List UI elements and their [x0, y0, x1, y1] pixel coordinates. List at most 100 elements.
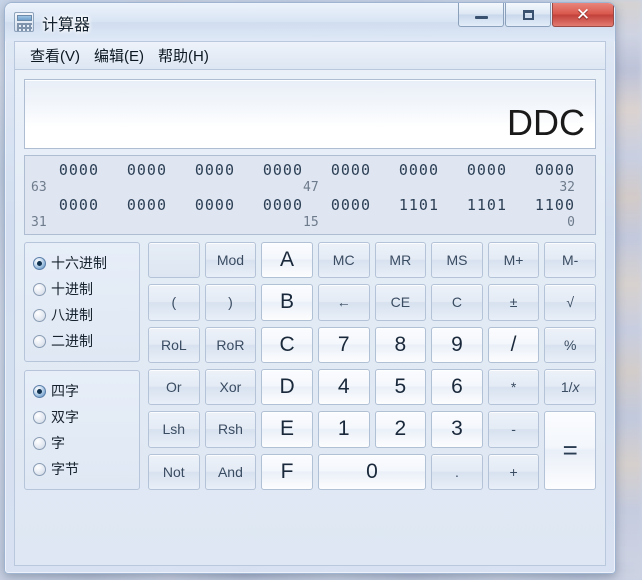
bit-display-panel[interactable]: 0000 0000 0000 0000 0000 0000 0000 0000 …: [24, 155, 596, 235]
add-button[interactable]: +: [487, 453, 540, 490]
digit-5-button[interactable]: 5: [374, 368, 427, 406]
reciprocal-button[interactable]: 1/x: [544, 368, 596, 406]
memory-store-button[interactable]: MS: [431, 242, 483, 279]
radio-dword[interactable]: 双字: [33, 404, 131, 430]
equals-button[interactable]: =: [544, 411, 596, 490]
sign-toggle-button[interactable]: ±: [487, 284, 540, 321]
divide-button[interactable]: /: [487, 326, 540, 363]
rotate-right-button[interactable]: RoR: [204, 326, 257, 363]
minimize-button[interactable]: [458, 3, 504, 27]
radio-hexadecimal-label: 十六进制: [51, 255, 107, 271]
open-paren-button[interactable]: (: [148, 284, 200, 321]
digit-3-button[interactable]: 3: [431, 411, 483, 448]
clear-entry-button[interactable]: CE: [374, 284, 427, 321]
bit-group[interactable]: 0000: [235, 161, 303, 179]
percent-button[interactable]: %: [544, 326, 596, 363]
radio-hexadecimal[interactable]: 十六进制: [33, 250, 131, 276]
calculator-client-area: DDC 0000 0000 0000 0000 0000 0000 0000 0…: [14, 69, 606, 566]
bit-group[interactable]: 0000: [31, 161, 99, 179]
digit-9-button[interactable]: 9: [431, 326, 483, 363]
memory-recall-button[interactable]: MR: [374, 242, 427, 279]
memory-clear-button[interactable]: MC: [317, 242, 370, 279]
menu-help[interactable]: 帮助(H): [151, 43, 216, 68]
bit-index-63: 63: [31, 180, 47, 195]
right-shift-button[interactable]: Rsh: [204, 411, 257, 448]
bit-group[interactable]: 0000: [31, 196, 99, 214]
hex-f-button[interactable]: F: [261, 453, 313, 490]
bit-group[interactable]: 1100: [507, 196, 575, 214]
hex-c-button[interactable]: C: [261, 326, 313, 363]
radio-qword[interactable]: 四字: [33, 378, 131, 404]
decimal-point-button[interactable]: .: [431, 453, 483, 490]
radio-dword-indicator: [33, 410, 46, 424]
bit-index-31: 31: [31, 215, 47, 230]
hex-b-button[interactable]: B: [261, 284, 313, 321]
bit-row-high[interactable]: 0000 0000 0000 0000 0000 0000 0000 0000: [31, 161, 589, 179]
close-button[interactable]: ✕: [552, 3, 614, 27]
bit-group[interactable]: 0000: [371, 161, 439, 179]
radio-byte-indicator: [33, 462, 46, 476]
or-button[interactable]: Or: [148, 368, 200, 406]
bit-group[interactable]: 0000: [167, 161, 235, 179]
radio-binary-label: 二进制: [51, 333, 93, 349]
bit-group[interactable]: 0000: [507, 161, 575, 179]
bit-index-32: 32: [559, 180, 575, 195]
radio-word[interactable]: 字: [33, 430, 131, 456]
memory-add-button[interactable]: M+: [487, 242, 540, 279]
not-button[interactable]: Not: [148, 453, 200, 490]
bit-label-row-low: 31 15 0: [31, 214, 589, 231]
hex-d-button[interactable]: D: [261, 368, 313, 406]
hex-e-button[interactable]: E: [261, 411, 313, 448]
calculator-icon-screen: [17, 15, 32, 21]
bit-group[interactable]: 1101: [439, 196, 507, 214]
bit-row-low[interactable]: 0000 0000 0000 0000 0000 1101 1101 1100: [31, 196, 589, 214]
square-root-button[interactable]: √: [544, 284, 596, 321]
bit-group[interactable]: 1101: [371, 196, 439, 214]
xor-button[interactable]: Xor: [204, 368, 257, 406]
digit-4-button[interactable]: 4: [317, 368, 370, 406]
bit-index-47: 47: [303, 180, 319, 195]
mod-button[interactable]: Mod: [204, 242, 257, 279]
options-column: 十六进制 十进制 八进制 二进制 四字 双字 字 字节: [24, 242, 140, 490]
bit-group[interactable]: 0000: [235, 196, 303, 214]
digit-8-button[interactable]: 8: [374, 326, 427, 363]
clear-button[interactable]: C: [431, 284, 483, 321]
menu-bar: 查看(V) 编辑(E) 帮助(H): [14, 41, 606, 69]
calculator-display: DDC: [24, 79, 596, 149]
bit-group[interactable]: 0000: [303, 161, 371, 179]
and-button[interactable]: And: [204, 453, 257, 490]
bit-group[interactable]: 0000: [303, 196, 371, 214]
radio-byte[interactable]: 字节: [33, 456, 131, 482]
digit-2-button[interactable]: 2: [374, 411, 427, 448]
bit-group[interactable]: 0000: [99, 161, 167, 179]
reciprocal-label: 1/x: [560, 379, 580, 396]
digit-7-button[interactable]: 7: [317, 326, 370, 363]
menu-view[interactable]: 查看(V): [23, 43, 87, 68]
digit-1-button[interactable]: 1: [317, 411, 370, 448]
subtract-button[interactable]: -: [487, 411, 540, 448]
radio-qword-label: 四字: [51, 383, 79, 399]
bit-group[interactable]: 0000: [167, 196, 235, 214]
digit-0-button[interactable]: 0: [317, 453, 427, 490]
hex-a-button[interactable]: A: [261, 242, 313, 279]
left-shift-button[interactable]: Lsh: [148, 411, 200, 448]
radio-octal-indicator: [33, 308, 46, 322]
bit-group[interactable]: 0000: [439, 161, 507, 179]
digit-6-button[interactable]: 6: [431, 368, 483, 406]
word-size-group: 四字 双字 字 字节: [24, 370, 140, 490]
bit-label-row-high: 63 47 32: [31, 179, 589, 196]
radio-octal-label: 八进制: [51, 307, 93, 323]
close-paren-button[interactable]: ): [204, 284, 257, 321]
multiply-button[interactable]: *: [487, 368, 540, 406]
bit-group[interactable]: 0000: [99, 196, 167, 214]
backspace-button[interactable]: ←: [317, 284, 370, 321]
bit-index-15: 15: [303, 215, 319, 230]
rotate-left-button[interactable]: RoL: [148, 326, 200, 363]
maximize-button[interactable]: [505, 3, 551, 27]
radio-octal[interactable]: 八进制: [33, 302, 131, 328]
menu-edit[interactable]: 编辑(E): [87, 43, 151, 68]
lower-section: 十六进制 十进制 八进制 二进制 四字 双字 字 字节 Mod A MC MR …: [24, 242, 596, 490]
memory-subtract-button[interactable]: M-: [544, 242, 596, 279]
radio-decimal[interactable]: 十进制: [33, 276, 131, 302]
radio-binary[interactable]: 二进制: [33, 328, 131, 354]
